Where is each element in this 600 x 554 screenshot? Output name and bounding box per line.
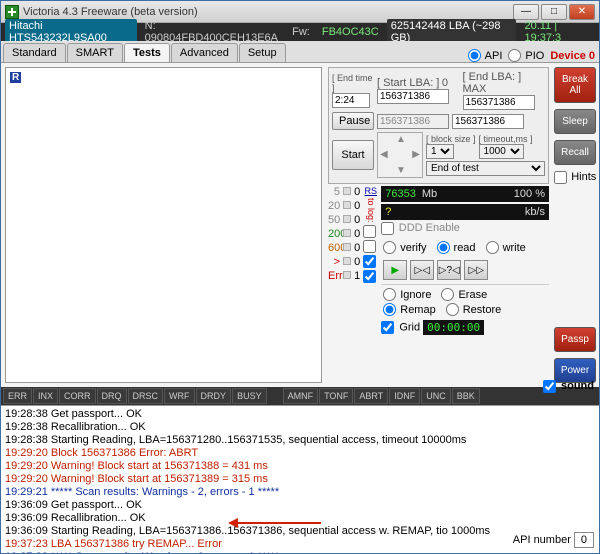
tag-drsc: DRSC	[128, 388, 164, 404]
latency-stats: 5 020 050 0200 0600 0> 0Err 1	[328, 186, 360, 337]
tab-smart[interactable]: SMART	[67, 43, 123, 62]
passp-button[interactable]: Passp	[554, 327, 596, 352]
tab-standard[interactable]: Standard	[3, 43, 66, 62]
app-icon	[5, 5, 19, 19]
end-lba-2[interactable]	[452, 114, 524, 129]
tag-corr: CORR	[59, 388, 96, 404]
info-bar: Hitachi HTS543232L9SA00 N: 090804FBD400C…	[1, 23, 599, 41]
tag-abrt: ABRT	[354, 388, 388, 404]
end-lba-input[interactable]	[463, 95, 535, 110]
start-lba-input[interactable]	[377, 89, 449, 104]
window-title: Victoria 4.3 Freeware (beta version)	[23, 6, 513, 18]
rew-button[interactable]: ▷◁	[410, 260, 434, 280]
play-button[interactable]: ▶	[383, 260, 407, 280]
tag-err: ERR	[3, 388, 32, 404]
mode-write[interactable]: write	[486, 241, 526, 254]
endtime-label: [ End time ]	[332, 73, 374, 93]
timer: 00:00:00	[423, 320, 484, 335]
tag-inx: INX	[33, 388, 58, 404]
tag-unc: UNC	[421, 388, 451, 404]
r-marker: R	[10, 72, 21, 83]
tag-wrf: WRF	[164, 388, 195, 404]
log-panel[interactable]: 19:28:38 Get passport... OK19:28:38 Reca…	[1, 405, 599, 553]
act-remap[interactable]: Remap	[383, 303, 435, 316]
start-button[interactable]: Start	[332, 140, 374, 170]
close-button[interactable]: ✕	[569, 4, 595, 20]
tag-idnf: IDNF	[389, 388, 420, 404]
mode-verify[interactable]: verify	[383, 241, 426, 254]
tab-tests[interactable]: Tests	[124, 43, 170, 62]
status-tags: ERRINXCORRDRQDRSCWRFDRDYBUSY AMNFTONFABRT…	[1, 387, 599, 405]
ddd-enable[interactable]: DDD Enable	[381, 222, 549, 235]
tolog-check-1[interactable]	[363, 225, 376, 238]
sleep-button[interactable]: Sleep	[554, 109, 596, 134]
nav-pad[interactable]: ▲▼◀▶	[377, 132, 423, 178]
tag-	[268, 388, 282, 404]
mb-value: 76353	[385, 188, 416, 200]
tolog-check-2[interactable]	[363, 240, 376, 253]
tag-busy: BUSY	[232, 388, 267, 404]
radio-api[interactable]: API	[468, 49, 503, 62]
tolog-check-3[interactable]	[363, 255, 376, 268]
ff-button[interactable]: ▷▷	[464, 260, 488, 280]
hints-check[interactable]: Hints	[554, 171, 597, 184]
tab-advanced[interactable]: Advanced	[171, 43, 238, 62]
act-ignore[interactable]: Ignore	[383, 288, 431, 301]
tag-amnf: AMNF	[283, 388, 319, 404]
mode-read[interactable]: read	[437, 241, 476, 254]
act-erase[interactable]: Erase	[441, 288, 487, 301]
kbs-value: ?	[385, 206, 391, 218]
tag-drdy: DRDY	[196, 388, 232, 404]
fw-version: FB4OC43C	[318, 25, 383, 39]
minimize-button[interactable]: —	[513, 4, 539, 20]
tag-tonf: TONF	[319, 388, 353, 404]
tab-row: Standard SMART Tests Advanced Setup API …	[1, 41, 599, 63]
grid-check[interactable]: Grid	[381, 321, 420, 334]
endtime-input[interactable]	[332, 93, 370, 108]
act-restore[interactable]: Restore	[446, 303, 502, 316]
device-0-label: Device 0	[550, 50, 595, 62]
end-of-test-select[interactable]: End of test	[426, 161, 545, 176]
api-number: API number0	[513, 532, 594, 548]
start-lba-current	[377, 114, 449, 129]
tolog-check-4[interactable]	[363, 270, 376, 283]
tab-setup[interactable]: Setup	[239, 43, 286, 62]
rs-link[interactable]: RS	[364, 186, 377, 196]
scan-canvas: R	[5, 67, 322, 383]
fw-label: Fw:	[288, 25, 314, 39]
radio-pio[interactable]: PIO	[508, 49, 544, 62]
recall-button[interactable]: Recall	[554, 140, 596, 165]
annotation-arrow	[231, 522, 321, 524]
timeout-select[interactable]: 1000	[479, 144, 524, 159]
break-all-button[interactable]: Break All	[554, 67, 596, 103]
sound-check[interactable]: sound	[543, 380, 594, 393]
tag-bbk: BBK	[452, 388, 480, 404]
tag-drq: DRQ	[97, 388, 127, 404]
block-size-select[interactable]: 1	[426, 144, 454, 159]
pause-button[interactable]: Pause	[332, 112, 374, 130]
to-log-label: to log:	[366, 198, 376, 223]
step-button[interactable]: ▷?◁	[437, 260, 461, 280]
maximize-button[interactable]: □	[541, 4, 567, 20]
